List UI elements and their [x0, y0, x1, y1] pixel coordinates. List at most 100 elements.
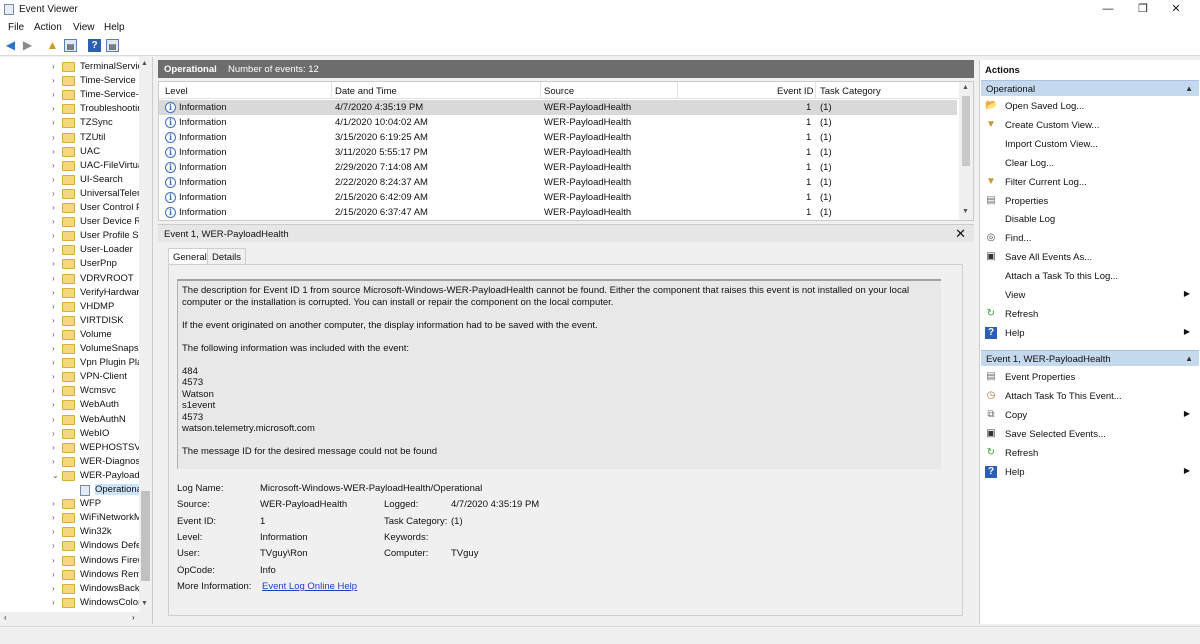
tree-item[interactable]: › Windows Firew: [0, 554, 140, 568]
chevron-right-icon[interactable]: ›: [52, 288, 55, 297]
column-task-category[interactable]: Task Category: [820, 86, 881, 97]
tree-item[interactable]: › WER-Diagnost: [0, 455, 140, 469]
tree-item-operational[interactable]: Operationa: [0, 483, 140, 497]
close-detail-icon[interactable]: ✕: [955, 226, 966, 242]
tree-item[interactable]: › VIRTDISK: [0, 314, 140, 328]
action-item[interactable]: View ▶: [980, 286, 1198, 305]
tree-item[interactable]: › WEPHOSTSVC: [0, 441, 140, 455]
chevron-right-icon[interactable]: ›: [52, 598, 55, 607]
chevron-right-icon[interactable]: ›: [52, 316, 55, 325]
chevron-right-icon[interactable]: ›: [52, 344, 55, 353]
tree-horizontal-scrollbar[interactable]: ‹ ›: [0, 612, 152, 624]
chevron-right-icon[interactable]: ›: [52, 259, 55, 268]
tree-item[interactable]: › VolumeSnapsh: [0, 342, 140, 356]
scroll-right-icon[interactable]: ›: [132, 613, 135, 622]
show-hide-tree-icon[interactable]: ▤: [64, 39, 77, 52]
collapse-icon[interactable]: ▲: [1185, 84, 1193, 93]
action-item[interactable]: ◷ Attach Task To This Event...: [980, 387, 1198, 406]
close-button[interactable]: ✕: [1166, 2, 1186, 16]
tree-item[interactable]: › Windows Defe: [0, 539, 140, 553]
tree-item[interactable]: › Time-Service-F: [0, 88, 140, 102]
chevron-right-icon[interactable]: ›: [52, 161, 55, 170]
event-log-online-help-link[interactable]: Event Log Online Help: [262, 581, 357, 592]
chevron-right-icon[interactable]: ›: [52, 189, 55, 198]
tree-item[interactable]: › WebAuth: [0, 398, 140, 412]
up-folder-icon[interactable]: ▲: [46, 39, 59, 52]
column-date-time[interactable]: Date and Time: [335, 86, 397, 97]
tree-item[interactable]: ⌄ WER-PayloadH: [0, 469, 140, 483]
show-hide-action-pane-icon[interactable]: ▤: [106, 39, 119, 52]
tree-item[interactable]: › WebIO: [0, 427, 140, 441]
menu-file[interactable]: File: [8, 22, 24, 33]
tree-item[interactable]: › User Profile Ser: [0, 229, 140, 243]
tree-item[interactable]: › User Control Pa: [0, 201, 140, 215]
column-level[interactable]: Level: [165, 86, 188, 97]
chevron-right-icon[interactable]: ›: [52, 231, 55, 240]
chevron-right-icon[interactable]: ›: [52, 400, 55, 409]
chevron-right-icon[interactable]: ›: [52, 302, 55, 311]
tree-item[interactable]: › VerifyHardware: [0, 286, 140, 300]
tree-item[interactable]: › WFP: [0, 497, 140, 511]
chevron-right-icon[interactable]: ›: [52, 429, 55, 438]
chevron-right-icon[interactable]: ›: [52, 104, 55, 113]
tree-item[interactable]: › Windows Remo: [0, 568, 140, 582]
table-row[interactable]: i Information 3/15/2020 6:19:25 AM WER-Payl…: [159, 130, 957, 145]
tree-item[interactable]: › VPN-Client: [0, 370, 140, 384]
chevron-right-icon[interactable]: ›: [52, 386, 55, 395]
chevron-right-icon[interactable]: ›: [52, 203, 55, 212]
scroll-up-icon[interactable]: ▲: [962, 84, 969, 91]
chevron-right-icon[interactable]: ›: [52, 513, 55, 522]
chevron-right-icon[interactable]: ›: [52, 570, 55, 579]
table-row[interactable]: i Information 2/15/2020 6:37:47 AM WER-Payl…: [159, 205, 957, 220]
scroll-left-icon[interactable]: ‹: [4, 613, 7, 622]
scroll-up-icon[interactable]: ▲: [141, 60, 148, 67]
chevron-right-icon[interactable]: ›: [52, 584, 55, 593]
tree-item[interactable]: › Wcmsvc: [0, 384, 140, 398]
scroll-down-icon[interactable]: ▼: [141, 600, 148, 607]
menu-view[interactable]: View: [73, 22, 95, 33]
tree-item[interactable]: › VDRVROOT: [0, 272, 140, 286]
tree-item[interactable]: › UserPnp: [0, 257, 140, 271]
action-item[interactable]: Attach a Task To this Log...: [980, 267, 1198, 286]
tree-item[interactable]: › TZUtil: [0, 131, 140, 145]
action-item[interactable]: 📂 Open Saved Log...: [980, 97, 1198, 116]
action-item[interactable]: Import Custom View...: [980, 135, 1198, 154]
action-item[interactable]: ▣ Save All Events As...: [980, 248, 1198, 267]
action-item[interactable]: ▤ Properties: [980, 192, 1198, 211]
table-row[interactable]: i Information 2/22/2020 8:24:37 AM WER-Payl…: [159, 175, 957, 190]
chevron-right-icon[interactable]: ›: [52, 527, 55, 536]
action-item[interactable]: ↻ Refresh: [980, 305, 1198, 324]
scroll-down-icon[interactable]: ▼: [962, 208, 969, 215]
tree-item[interactable]: › Win32k: [0, 525, 140, 539]
tree-item[interactable]: › Time-Service: [0, 74, 140, 88]
maximize-button[interactable]: ❐: [1133, 2, 1153, 16]
chevron-right-icon[interactable]: ›: [52, 556, 55, 565]
tree-item[interactable]: › Troubleshootir: [0, 102, 140, 116]
chevron-right-icon[interactable]: ›: [52, 62, 55, 71]
chevron-right-icon[interactable]: ›: [52, 499, 55, 508]
tab-details[interactable]: Details: [207, 248, 247, 265]
table-row[interactable]: i Information 2/29/2020 7:14:08 AM WER-Payl…: [159, 160, 957, 175]
collapse-icon[interactable]: ▲: [1185, 354, 1193, 363]
table-row[interactable]: i Information 4/1/2020 10:04:02 AM WER-Payl…: [159, 115, 957, 130]
tree-item[interactable]: › Vpn Plugin Pla: [0, 356, 140, 370]
tree-item[interactable]: › Volume: [0, 328, 140, 342]
action-item[interactable]: ▣ Save Selected Events...: [980, 425, 1198, 444]
tree-vertical-scrollbar[interactable]: ▲ ▼: [139, 57, 152, 612]
menu-action[interactable]: Action: [34, 22, 62, 33]
menu-help[interactable]: Help: [104, 22, 125, 33]
tree-item[interactable]: › UAC: [0, 145, 140, 159]
actions-section-event[interactable]: Event 1, WER-PayloadHealth ▲: [981, 350, 1199, 366]
chevron-right-icon[interactable]: ›: [52, 245, 55, 254]
chevron-right-icon[interactable]: ›: [52, 415, 55, 424]
tree-item[interactable]: › User Device Re: [0, 215, 140, 229]
chevron-right-icon[interactable]: ›: [52, 443, 55, 452]
tree-item[interactable]: › WebAuthN: [0, 413, 140, 427]
action-item[interactable]: ? Help ▶: [980, 324, 1198, 343]
chevron-right-icon[interactable]: ›: [52, 358, 55, 367]
action-item[interactable]: ⧉ Copy ▶: [980, 406, 1198, 425]
back-icon[interactable]: ◀: [4, 39, 17, 52]
help-icon[interactable]: ?: [88, 39, 101, 52]
action-item[interactable]: ▼ Create Custom View...: [980, 116, 1198, 135]
chevron-right-icon[interactable]: ›: [52, 147, 55, 156]
